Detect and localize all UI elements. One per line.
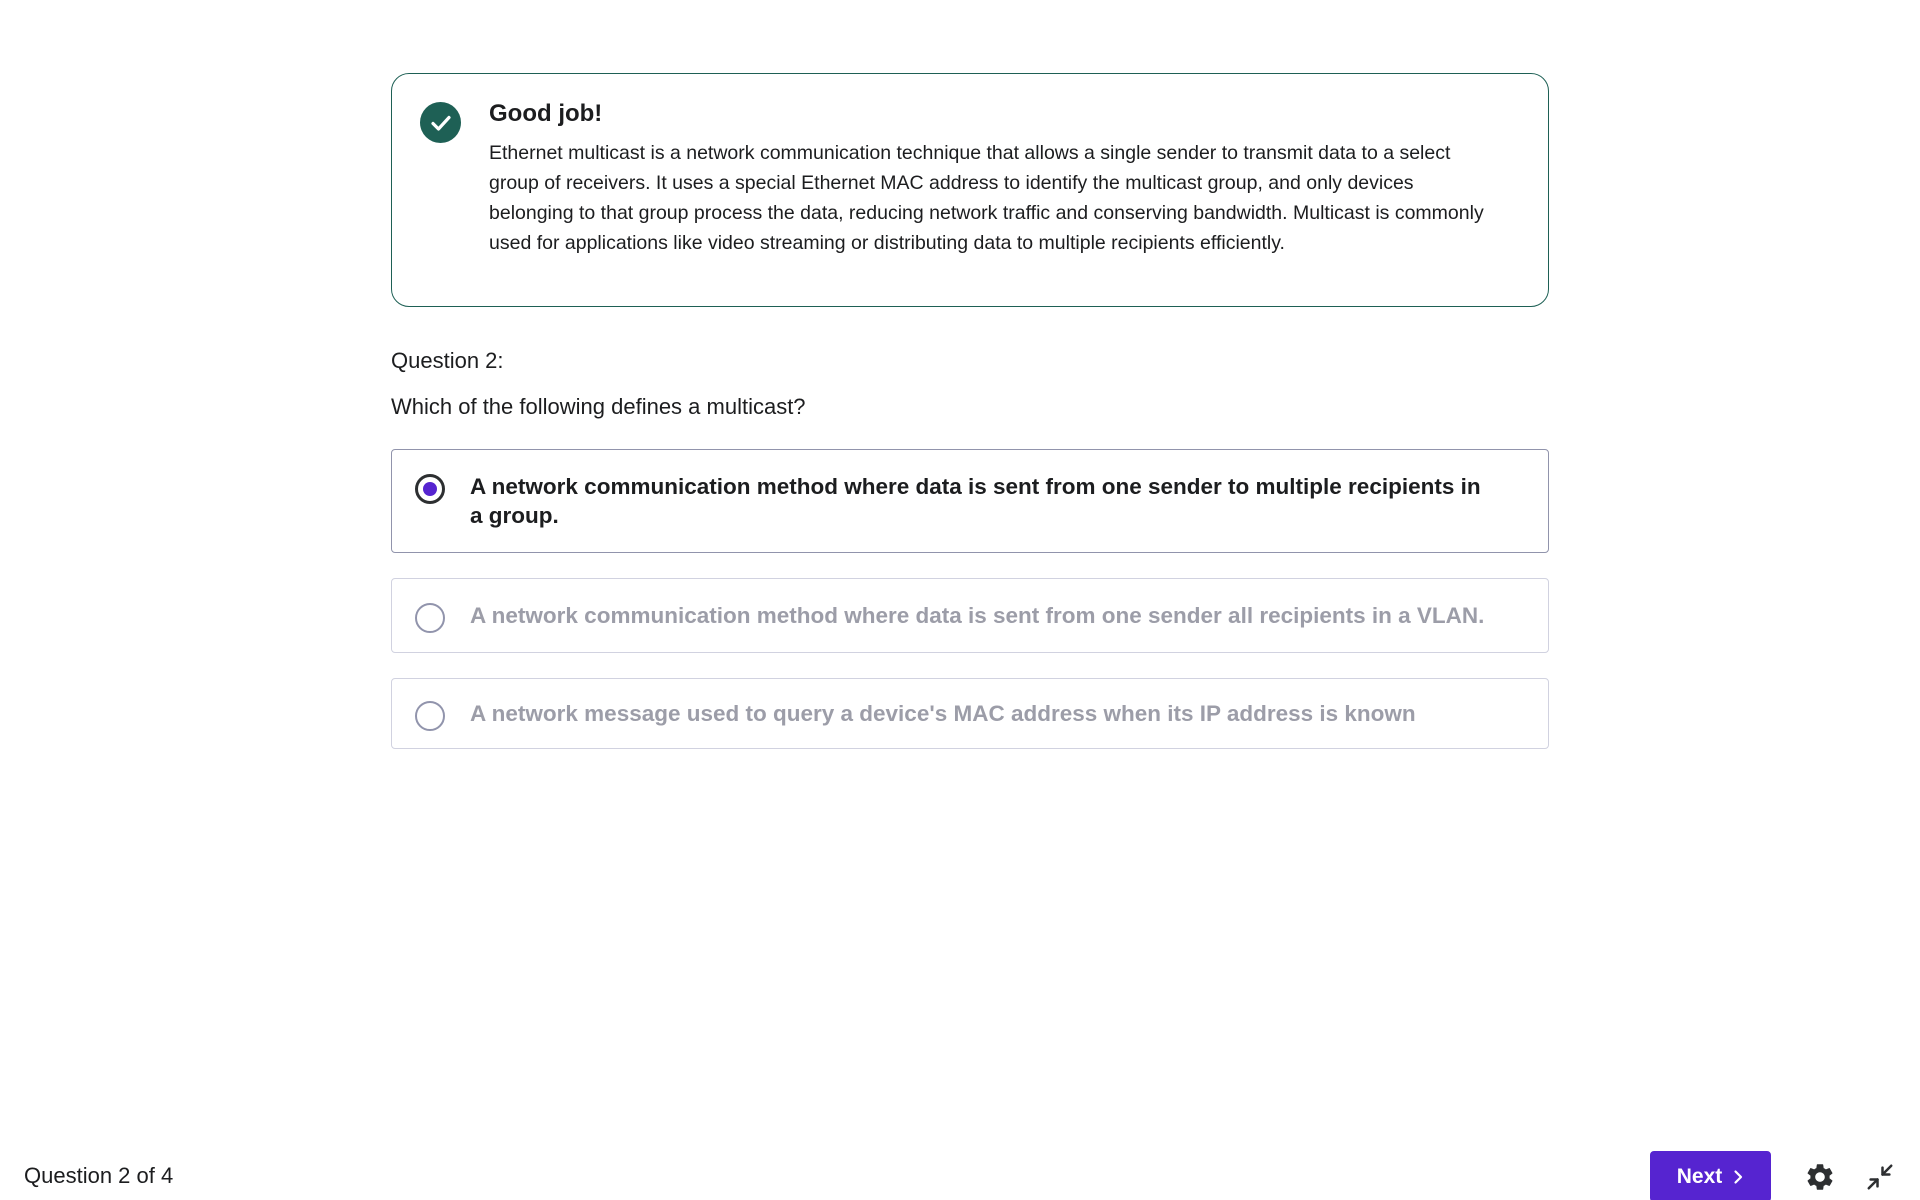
answer-option-3[interactable]: A network message used to query a device… bbox=[391, 678, 1549, 749]
feedback-alert: Good job! Ethernet multicast is a networ… bbox=[391, 73, 1549, 307]
feedback-title: Good job! bbox=[489, 100, 603, 127]
answer-options: A network communication method where dat… bbox=[391, 449, 1549, 749]
answer-option-label: A network communication method where dat… bbox=[470, 603, 1485, 628]
radio-dot bbox=[423, 482, 437, 496]
collapse-icon[interactable] bbox=[1862, 1159, 1898, 1195]
next-button[interactable]: Next bbox=[1650, 1151, 1771, 1200]
answer-option-1[interactable]: A network communication method where dat… bbox=[391, 449, 1549, 553]
question-progress: Question 2 of 4 bbox=[24, 1163, 174, 1188]
radio-unselected[interactable] bbox=[415, 701, 445, 731]
answer-option-label: A network communication method where dat… bbox=[470, 474, 1481, 528]
radio-selected[interactable] bbox=[415, 474, 445, 504]
check-icon bbox=[420, 102, 461, 143]
answer-option-2[interactable]: A network communication method where dat… bbox=[391, 578, 1549, 653]
question-prompt: Which of the following defines a multica… bbox=[391, 394, 806, 419]
chevron-right-icon bbox=[1734, 1169, 1743, 1184]
gear-icon[interactable] bbox=[1802, 1159, 1838, 1195]
answer-option-label: A network message used to query a device… bbox=[470, 701, 1416, 726]
radio-unselected[interactable] bbox=[415, 603, 445, 633]
feedback-explanation: Ethernet multicast is a network communic… bbox=[489, 142, 1484, 254]
question-number: Question 2: bbox=[391, 348, 504, 373]
quiz-content: Good job! Ethernet multicast is a networ… bbox=[391, 73, 1549, 774]
next-button-label: Next bbox=[1676, 1164, 1723, 1188]
quiz-page: Good job! Ethernet multicast is a networ… bbox=[0, 0, 1920, 1200]
